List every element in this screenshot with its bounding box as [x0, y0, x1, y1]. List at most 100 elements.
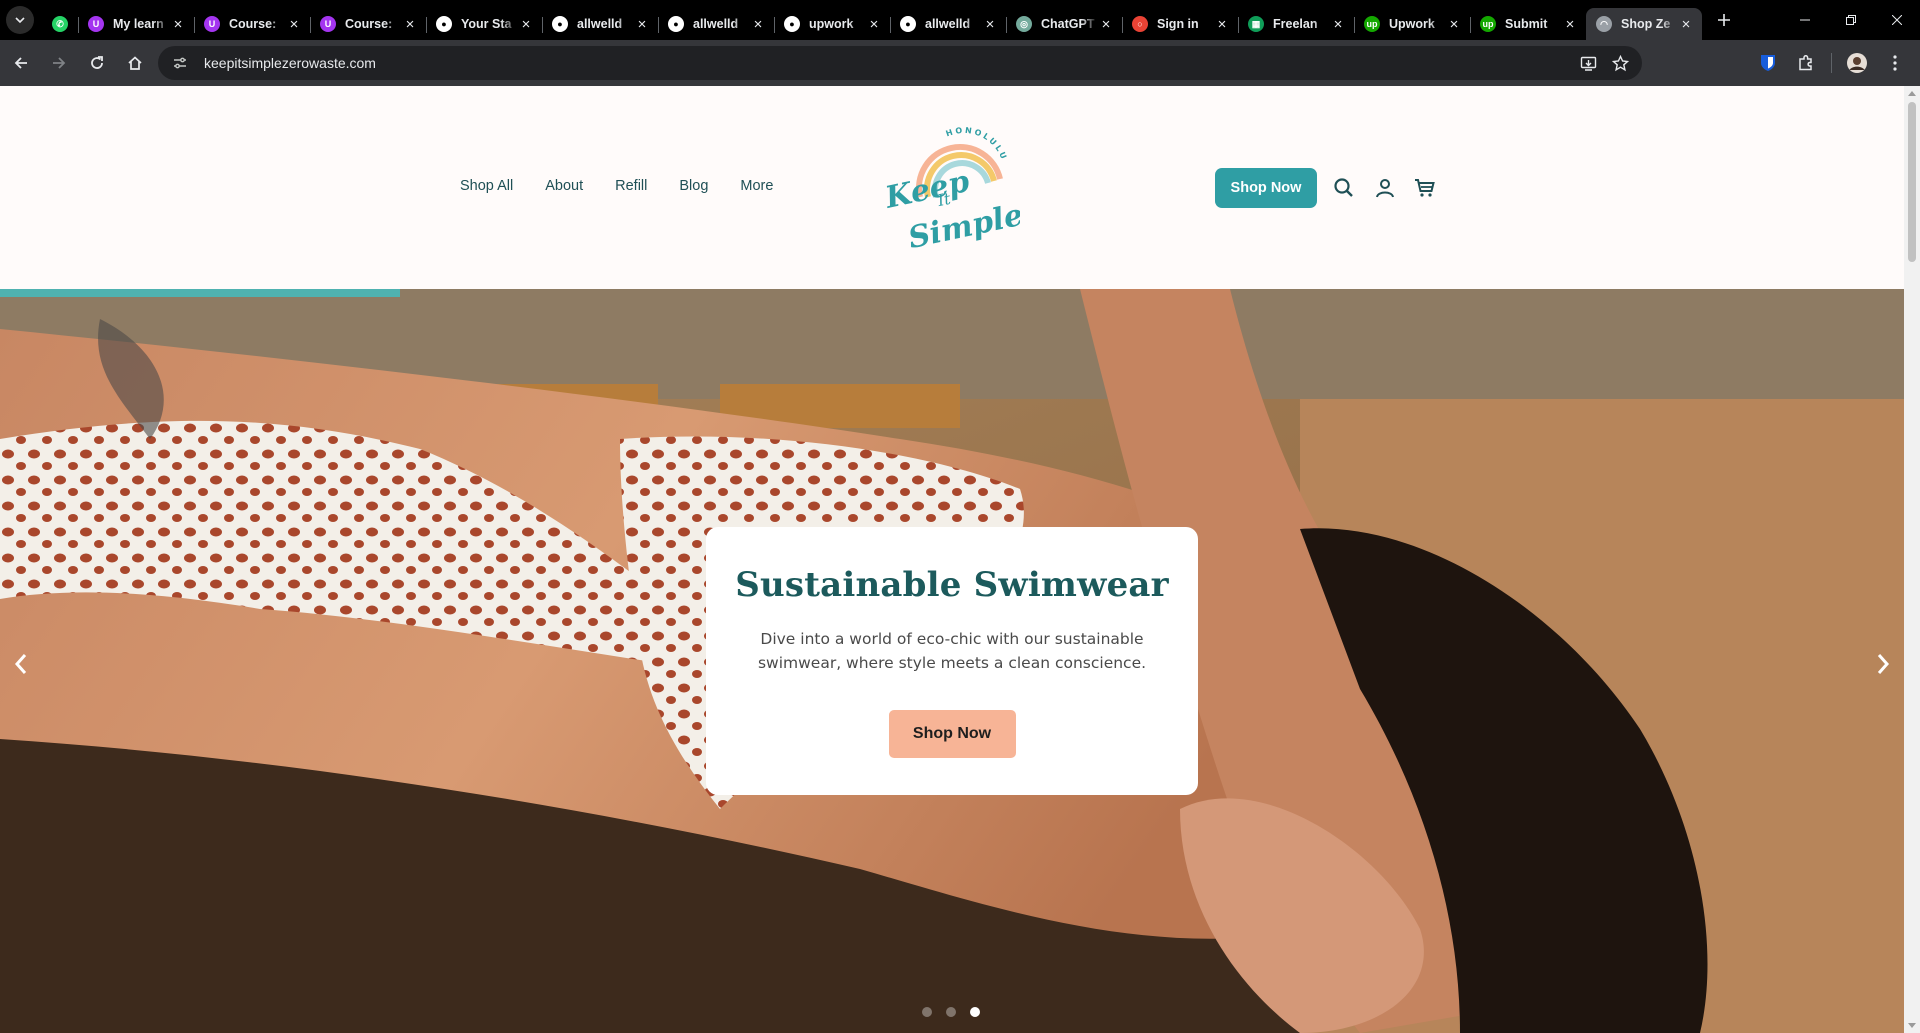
install-app-button[interactable] [1576, 51, 1600, 75]
close-tab-icon[interactable]: × [1678, 16, 1694, 33]
tab-title: allwelld [577, 17, 623, 31]
site-logo[interactable]: HONOLULU Keep It Simple [880, 119, 1020, 259]
browser-tab[interactable]: up Submit × [1470, 8, 1586, 40]
arrow-left-icon [14, 57, 27, 69]
tab-title: Course: [345, 17, 393, 31]
bitwarden-extension-button[interactable] [1751, 46, 1785, 80]
star-icon [1611, 54, 1629, 71]
browser-tab[interactable]: U Course: × [310, 8, 426, 40]
browser-tab[interactable]: ✆ [42, 8, 78, 40]
close-tab-icon[interactable]: × [518, 16, 534, 33]
tab-title: allwelld [925, 17, 971, 31]
browser-tab[interactable]: ● allwelld × [658, 8, 774, 40]
window-controls [1782, 0, 1920, 40]
github-icon: ● [436, 16, 452, 32]
tab-title: ChatGPT [1041, 17, 1095, 31]
scroll-thumb[interactable] [1908, 102, 1916, 262]
close-tab-icon[interactable]: × [750, 16, 766, 33]
url-text[interactable]: keepitsimplezerowaste.com [204, 55, 376, 71]
close-tab-icon[interactable]: × [982, 16, 998, 33]
browser-tab[interactable]: ● allwelld × [890, 8, 1006, 40]
avatar [1847, 53, 1867, 73]
tab-list: ✆ U My learn × U Course: × U Course: × ● Your Sta × ●… [42, 0, 1702, 40]
extensions-button[interactable] [1789, 46, 1823, 80]
browser-tab[interactable]: ● Your Sta × [426, 8, 542, 40]
browser-tab[interactable]: ○ Sign in × [1122, 8, 1238, 40]
tab-search-button[interactable] [6, 6, 34, 34]
whatsapp-icon: ✆ [52, 16, 68, 32]
install-icon [1580, 56, 1596, 71]
browser-toolbar: keepitsimplezerowaste.com [0, 40, 1920, 86]
tab-title: allwelld [693, 17, 739, 31]
browser-tab[interactable]: U Course: × [194, 8, 310, 40]
site-info-button[interactable] [170, 53, 190, 73]
nav-link-more[interactable]: More [740, 178, 773, 194]
scroll-down-arrow[interactable] [1908, 1023, 1916, 1028]
hero-title: Sustainable Swimwear [735, 565, 1169, 605]
chevron-down-icon [15, 17, 25, 24]
minimize-button[interactable] [1782, 0, 1828, 40]
carousel-dot[interactable] [922, 1007, 932, 1017]
back-button[interactable] [4, 46, 38, 80]
close-tab-icon[interactable]: × [286, 16, 302, 33]
close-tab-icon[interactable]: × [1214, 16, 1230, 33]
tab-title: My learn [113, 17, 164, 31]
carousel-dots [922, 1007, 980, 1017]
address-bar[interactable]: keepitsimplezerowaste.com [158, 46, 1642, 80]
forward-button[interactable] [42, 46, 76, 80]
profile-button[interactable] [1840, 46, 1874, 80]
tab-title: Sign in [1157, 17, 1199, 31]
page-scrollbar[interactable] [1904, 86, 1920, 1033]
close-tab-icon[interactable]: × [1330, 16, 1346, 33]
udemy-icon: U [204, 16, 220, 32]
close-tab-icon[interactable]: × [1446, 16, 1462, 33]
nav-link-about[interactable]: About [545, 178, 583, 194]
new-tab-button[interactable] [1710, 6, 1738, 34]
browser-tab[interactable]: ◎ ChatGPT × [1006, 8, 1122, 40]
browser-tab[interactable]: ◠ Shop Ze × [1586, 8, 1702, 40]
tune-icon [174, 57, 186, 69]
tab-title: Upwork [1389, 17, 1435, 31]
tab-title: upwork [809, 17, 854, 31]
nav-link-refill[interactable]: Refill [615, 178, 647, 194]
carousel-prev-button[interactable] [6, 649, 36, 679]
search-icon[interactable] [1332, 176, 1356, 200]
chevron-right-icon [1877, 654, 1890, 674]
arrow-right-icon [53, 57, 66, 69]
close-tab-icon[interactable]: × [170, 16, 186, 33]
close-tab-icon[interactable]: × [1098, 16, 1114, 33]
carousel-dot[interactable] [970, 1007, 980, 1017]
home-button[interactable] [118, 46, 152, 80]
cart-icon[interactable] [1413, 176, 1437, 200]
account-icon[interactable] [1373, 176, 1397, 200]
restore-button[interactable] [1828, 0, 1874, 40]
close-tab-icon[interactable]: × [1562, 16, 1578, 33]
tab-title: Freelan [1273, 17, 1318, 31]
more-vertical-icon [1893, 55, 1897, 71]
nav-link-shop-all[interactable]: Shop All [460, 178, 513, 194]
close-window-button[interactable] [1874, 0, 1920, 40]
shield-icon [1761, 55, 1775, 71]
header-shop-now-button[interactable]: Shop Now [1215, 168, 1317, 208]
browser-tab[interactable]: ● upwork × [774, 8, 890, 40]
browser-menu-button[interactable] [1878, 46, 1912, 80]
browser-tab[interactable]: up Upwork × [1354, 8, 1470, 40]
github-icon: ● [552, 16, 568, 32]
carousel-next-button[interactable] [1868, 649, 1898, 679]
scroll-up-arrow[interactable] [1908, 91, 1916, 96]
carousel-dot[interactable] [946, 1007, 956, 1017]
browser-tab[interactable]: ▦ Freelan × [1238, 8, 1354, 40]
nav-link-blog[interactable]: Blog [679, 178, 708, 194]
close-tab-icon[interactable]: × [402, 16, 418, 33]
browser-tab[interactable]: ● allwelld × [542, 8, 658, 40]
main-nav: Shop All About Refill Blog More [460, 178, 773, 194]
close-tab-icon[interactable]: × [866, 16, 882, 33]
github-icon: ● [668, 16, 684, 32]
reload-button[interactable] [80, 46, 114, 80]
browser-tab[interactable]: U My learn × [78, 8, 194, 40]
bookmark-star-button[interactable] [1608, 51, 1632, 75]
minimize-icon [1800, 19, 1810, 21]
page-viewport: Shop All About Refill Blog More HONOLULU Kee… [0, 86, 1920, 1033]
close-tab-icon[interactable]: × [634, 16, 650, 33]
hero-shop-now-button[interactable]: Shop Now [888, 710, 1016, 758]
